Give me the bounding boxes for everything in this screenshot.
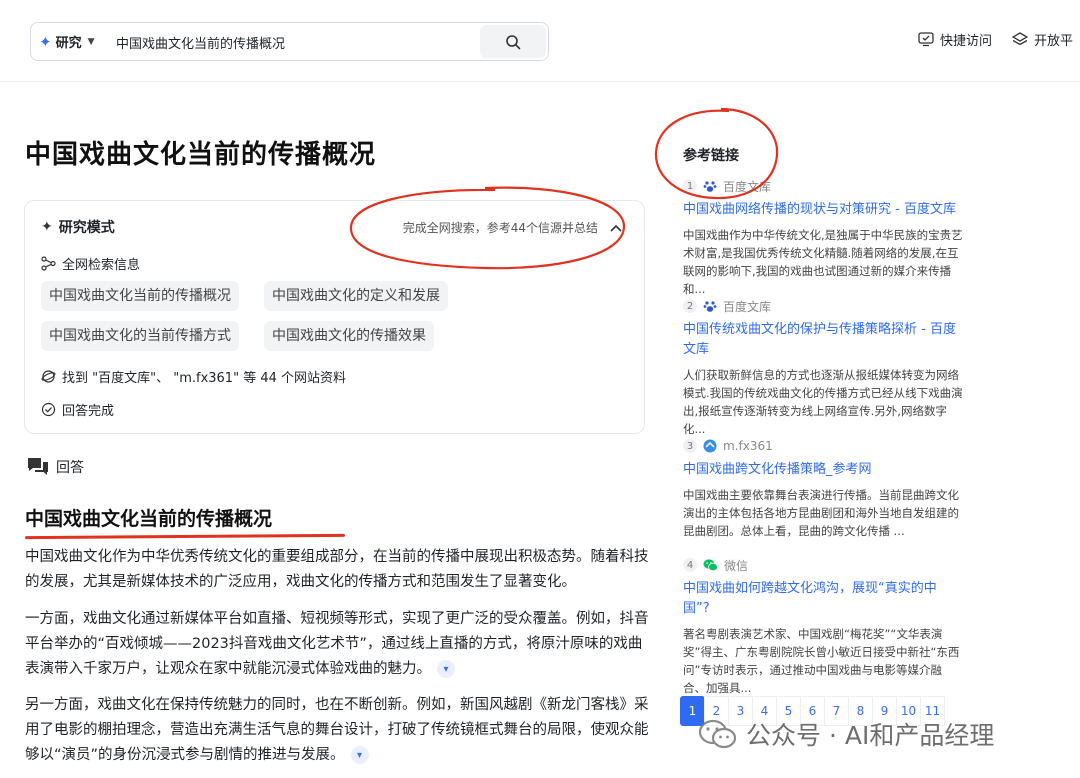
web-search-title: 全网检索信息	[41, 254, 140, 273]
search-button[interactable]	[480, 25, 546, 58]
reference-snippet: 著名粤剧表演艺术家、中国戏剧“梅花奖”“文华表演奖”得主、广东粤剧院院长曾小敏近…	[683, 627, 960, 695]
research-mode-header: ✦ 研究模式	[41, 219, 115, 236]
top-bar: ✦ 研究 ▼ 快捷访问 开放平	[0, 0, 1080, 82]
search-chip[interactable]: 中国戏曲文化的传播效果	[264, 321, 434, 351]
watermark: 公众号 · AI和产品经理	[698, 716, 994, 752]
open-platform-link[interactable]: 开放平	[1012, 30, 1073, 49]
references-title: 参考链接	[683, 148, 739, 164]
quick-access-link[interactable]: 快捷访问	[918, 30, 992, 49]
research-status-text: 完成全网搜索，参考44个信源并总结	[402, 221, 598, 235]
answer-heading: 中国戏曲文化当前的传播概况	[25, 508, 273, 530]
reference-link[interactable]: 中国戏曲跨文化传播策略_参考网	[683, 460, 963, 480]
answer-paragraph: 中国戏曲文化作为中华优秀传统文化的重要组成部分，在当前的传播中展现出积极态势。随…	[25, 549, 649, 590]
reference-snippet: 中国戏曲主要依靠舞台表演进行传播。当前昆曲跨文化演出的主体包括各地方昆曲剧团和海…	[683, 488, 959, 538]
caret-down-icon: ▼	[87, 36, 95, 47]
reference-snippet: 人们获取新鲜信息的方式也逐渐从报纸媒体转变为网络模式.我国的传统戏曲文化的传播方…	[683, 368, 963, 436]
search-chip[interactable]: 中国戏曲文化当前的传播概况	[41, 281, 239, 311]
mode-dropdown[interactable]: ✦ 研究 ▼	[39, 23, 95, 60]
quick-access-icon	[918, 32, 934, 47]
reference-link[interactable]: 中国戏曲如何跨越文化鸿沟，展现“真实的中国”?	[683, 579, 963, 619]
expand-icon[interactable]: ▾	[437, 660, 455, 678]
research-status-toggle[interactable]: 完成全网搜索，参考44个信源并总结	[403, 219, 622, 236]
reference-source: 百度文库	[723, 299, 772, 314]
check-circle-icon	[41, 402, 56, 417]
reference-number: 4	[683, 558, 697, 572]
research-card: ✦ 研究模式 完成全网搜索，参考44个信源并总结 全网检索信息 中国戏曲文化当前…	[24, 200, 645, 434]
answer-label: 回答	[26, 456, 84, 478]
search-chip[interactable]: 中国戏曲文化的定义和发展	[264, 281, 448, 311]
reference-item: 1 百度文库 中国戏曲网络传播的现状与对策研究 - 百度文库 中国戏曲作为中华传…	[683, 177, 963, 298]
reference-source: 百度文库	[723, 179, 772, 194]
search-icon	[506, 34, 521, 49]
search-input[interactable]	[116, 30, 476, 54]
annotation-underline	[24, 533, 346, 540]
reference-number: 1	[683, 179, 697, 193]
reference-source: 微信	[724, 558, 749, 573]
baidu-paw-icon	[703, 181, 717, 192]
expand-icon[interactable]: ▾	[350, 746, 369, 764]
found-sources: 找到 "百度文库"、 "m.fx361" 等 44 个网站资料	[41, 367, 346, 386]
chat-bubble-icon	[28, 458, 48, 475]
page-title: 中国戏曲文化当前的传播概况	[25, 140, 377, 170]
answer-complete: 回答完成	[41, 400, 114, 419]
answer-paragraph: 一方面，戏曲文化通过新媒体平台如直播、短视频等形式，实现了更广泛的受众覆盖。例如…	[25, 611, 649, 678]
reference-number: 2	[683, 299, 697, 313]
layers-icon	[1012, 32, 1029, 46]
search-chip[interactable]: 中国戏曲文化的当前传播方式	[41, 321, 239, 351]
baidu-paw-icon	[703, 301, 717, 312]
reference-number: 3	[683, 439, 697, 453]
reference-link[interactable]: 中国传统戏曲文化的保护与传播策略探析 - 百度文库	[683, 320, 963, 360]
globe-icon	[41, 370, 56, 383]
reference-item: 3 m.fx361 中国戏曲跨文化传播策略_参考网 中国戏曲主要依靠舞台表演进行…	[683, 437, 963, 540]
reference-item: 4 微信 中国戏曲如何跨越文化鸿沟，展现“真实的中国”? 著名粤剧表演艺术家、中…	[683, 556, 963, 697]
search-box[interactable]: ✦ 研究 ▼	[30, 22, 549, 61]
answer-paragraph: 另一方面，戏曲文化在保持传统魅力的同时，也在不断创新。例如，新国风越剧《新龙门客…	[25, 697, 649, 764]
wechat-official-account-icon	[698, 719, 737, 749]
sparkle-icon: ✦	[39, 32, 52, 51]
network-icon	[41, 256, 56, 271]
wechat-icon	[703, 559, 718, 572]
reference-source: m.fx361	[723, 439, 773, 453]
reference-snippet: 中国戏曲作为中华传统文化,是独属于中华民族的宝贵艺术财富,是我国优秀传统文化精髓…	[683, 228, 963, 296]
chevron-up-icon	[610, 224, 622, 232]
sparkle-icon: ✦	[41, 219, 53, 235]
fx361-icon	[703, 439, 717, 453]
top-links: 快捷访问 开放平	[918, 30, 1073, 49]
mode-label: 研究	[55, 36, 82, 51]
reference-item: 2 百度文库 中国传统戏曲文化的保护与传播策略探析 - 百度文库 人们获取新鲜信…	[683, 297, 963, 438]
reference-link[interactable]: 中国戏曲网络传播的现状与对策研究 - 百度文库	[683, 200, 963, 220]
